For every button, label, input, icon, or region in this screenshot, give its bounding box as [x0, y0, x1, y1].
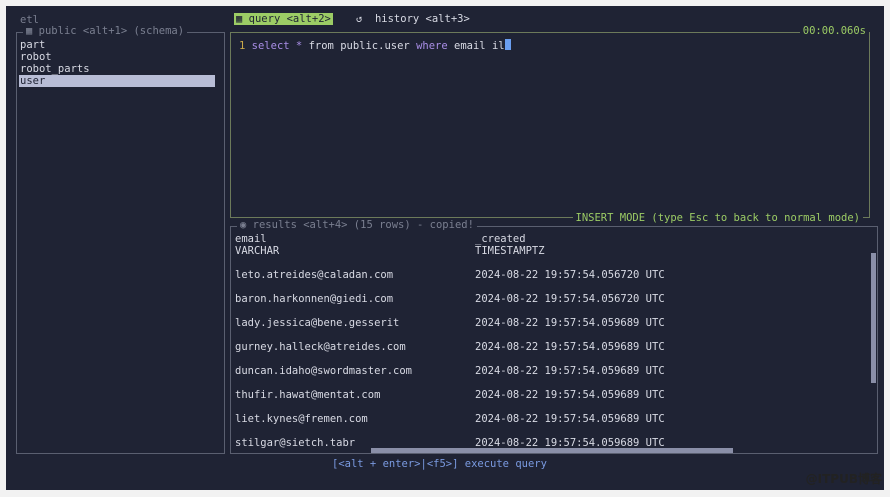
mode-indicator: INSERT MODE (type Esc to back to normal … — [572, 212, 863, 224]
watermark: @ITPUB博客 — [805, 472, 882, 486]
table-icon: ▦ — [236, 13, 249, 25]
table-row[interactable]: thufir.hawat@mentat.com 2024-08-22 19:57:… — [235, 389, 863, 401]
cell-email: duncan.idaho@swordmaster.com — [235, 365, 413, 377]
cell-email: leto.atreides@caladan.com — [235, 269, 394, 281]
sql-star: * — [295, 40, 303, 52]
sidebar-item-robot-parts[interactable]: robot_parts — [19, 63, 215, 75]
results-panel: ◉ results <alt+4> (15 rows) - copied! em… — [230, 219, 878, 454]
history-icon: ↺ — [356, 13, 375, 25]
cell-created: 2024-08-22 19:57:54.059689 UTC — [475, 341, 665, 353]
query-timer: 00:00.060s — [799, 25, 869, 37]
tab-query[interactable]: ▦ query <alt+2> — [234, 13, 333, 25]
cell-created: 2024-08-22 19:57:54.059689 UTC — [475, 413, 665, 425]
table-row[interactable]: leto.atreides@caladan.com 2024-08-22 19:5… — [235, 269, 863, 281]
cell-created: 2024-08-22 19:57:54.059689 UTC — [475, 317, 665, 329]
sql-from: from — [308, 40, 334, 52]
sql-keyword: select — [251, 40, 290, 52]
sql-keyword: where — [416, 40, 448, 52]
query-editor[interactable]: 00:00.060s 1 select * from public.user w… — [230, 25, 870, 224]
cell-created: 2024-08-22 19:57:54.056720 UTC — [475, 269, 665, 281]
sidebar-item-robot[interactable]: robot — [19, 51, 215, 63]
schema-panel-title: ▦ public <alt+1> (schema) — [23, 25, 188, 37]
table-row[interactable]: gurney.halleck@atreides.com 2024-08-22 19… — [235, 341, 863, 353]
cell-created: TIMESTAMPTZ — [475, 245, 545, 257]
cell-email: lady.jessica@bene.gesserit — [235, 317, 400, 329]
cell-email: gurney.halleck@atreides.com — [235, 341, 406, 353]
results-title: ◉ results <alt+4> (15 rows) - copied! — [237, 219, 477, 231]
execute-hint: [<alt + enter>|<f5>] execute query — [332, 458, 547, 470]
cell-email: VARCHAR — [235, 245, 280, 257]
cell-created: 2024-08-22 19:57:54.059689 UTC — [475, 365, 665, 377]
line-number: 1 — [239, 40, 246, 52]
table-row[interactable]: liet.kynes@fremen.com 2024-08-22 19:57:54… — [235, 413, 863, 425]
cell-email: liet.kynes@fremen.com — [235, 413, 368, 425]
results-icon: ◉ — [240, 219, 253, 231]
column-header-name: email _created — [235, 233, 863, 245]
cell-created: 2024-08-22 19:57:54.056720 UTC — [475, 293, 665, 305]
vertical-scrollbar[interactable] — [871, 253, 876, 383]
tab-history[interactable]: ↺ history <alt+3> — [356, 13, 470, 25]
table-icon: ▦ — [26, 25, 39, 37]
sql-table: public.user — [340, 40, 410, 52]
table-row[interactable]: baron.harkonnen@giedi.com 2024-08-22 19:5… — [235, 293, 863, 305]
query-line[interactable]: 1 select * from public.user where email … — [239, 39, 511, 52]
cell-email: baron.harkonnen@giedi.com — [235, 293, 394, 305]
terminal-window: etl ▦ public <alt+1> (schema) part robot r… — [6, 6, 884, 490]
cell-email: email — [235, 233, 267, 245]
table-row[interactable]: duncan.idaho@swordmaster.com 2024-08-22 1… — [235, 365, 863, 377]
text-cursor — [504, 39, 511, 50]
horizontal-scrollbar[interactable] — [371, 448, 733, 453]
sql-text: email il — [454, 40, 505, 52]
sidebar-item-user[interactable]: user — [19, 75, 215, 87]
cell-created: _created — [475, 233, 526, 245]
cell-email: thufir.hawat@mentat.com — [235, 389, 381, 401]
table-row[interactable]: lady.jessica@bene.gesserit 2024-08-22 19:… — [235, 317, 863, 329]
cell-email: stilgar@sietch.tabr — [235, 437, 356, 449]
schema-panel: ▦ public <alt+1> (schema) part robot robot… — [16, 25, 225, 454]
cell-created: 2024-08-22 19:57:54.059689 UTC — [475, 389, 665, 401]
column-header-type: VARCHAR TIMESTAMPTZ — [235, 245, 863, 257]
sidebar-item-part[interactable]: part — [19, 39, 215, 51]
